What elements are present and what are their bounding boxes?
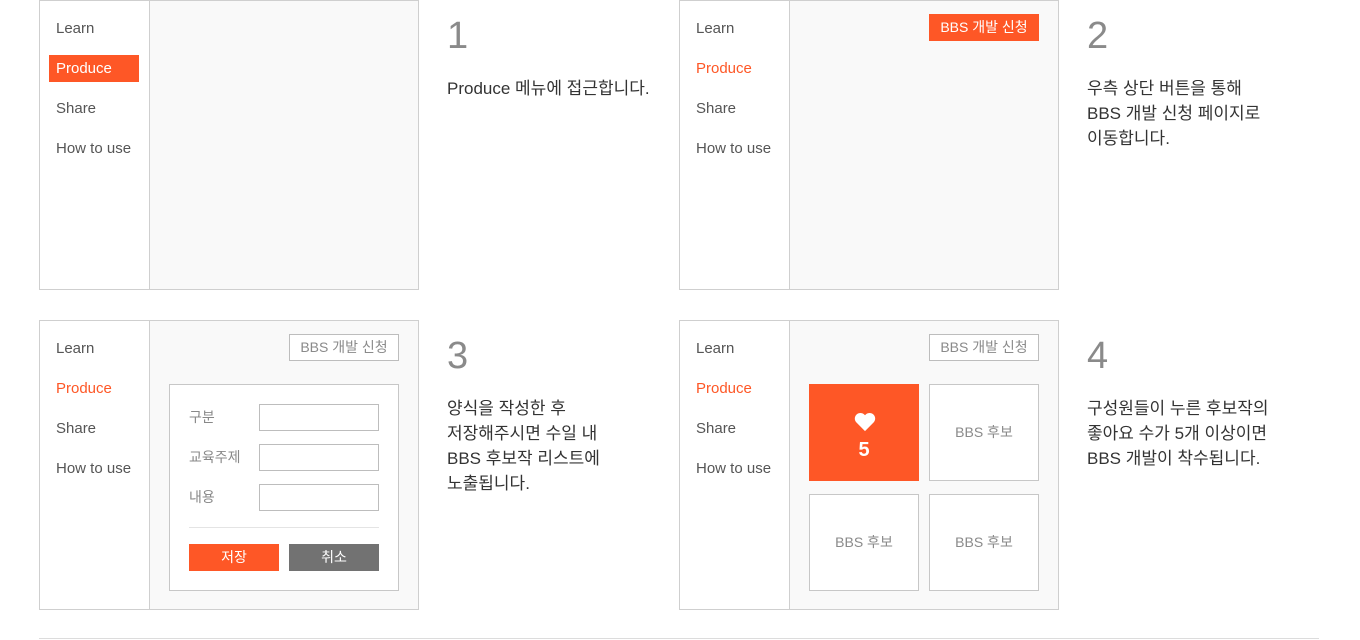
bbs-apply-button[interactable]: BBS 개발 신청: [929, 14, 1039, 41]
content-area: BBS 개발 신청 5 BBS 후보 BBS 후보 BBS 후보: [790, 321, 1058, 609]
sidebar-item-share[interactable]: Share: [689, 415, 779, 442]
step-4-text: 4 구성원들이 누른 후보작의 좋아요 수가 5개 이상이면 BBS 개발이 착…: [1087, 336, 1269, 471]
like-count: 5: [858, 439, 870, 461]
candidate-card[interactable]: BBS 후보: [809, 494, 919, 591]
form-row-topic: 교육주제: [189, 444, 379, 471]
step-description-line: 좋아요 수가 5개 이상이면: [1087, 424, 1268, 443]
form-row-category: 구분: [189, 404, 379, 431]
content-area: [150, 1, 418, 289]
divider: [39, 638, 1319, 639]
bbs-apply-form: 구분 교육주제 내용 저장 취소: [169, 384, 399, 591]
sidebar-menu: Learn Produce Share How to use: [40, 1, 150, 289]
step-4-preview: Learn Produce Share How to use BBS 개발 신청…: [679, 320, 1059, 610]
form-divider: [189, 527, 379, 528]
sidebar-item-learn[interactable]: Learn: [689, 15, 779, 42]
step-number: 4: [1087, 335, 1109, 377]
content-area: BBS 개발 신청 구분 교육주제 내용 저장 취소: [150, 321, 418, 609]
sidebar-item-how-to-use[interactable]: How to use: [689, 455, 779, 482]
step-description-line: BBS 개발 신청 페이지로: [1087, 104, 1261, 123]
save-button[interactable]: 저장: [189, 544, 279, 571]
heart-icon: [854, 413, 876, 432]
step-description-line: 우측 상단 버튼을 통해: [1087, 79, 1242, 98]
form-row-content: 내용: [189, 484, 379, 511]
step-description-line: BBS 개발이 착수됩니다.: [1087, 449, 1261, 468]
step-number: 2: [1087, 15, 1109, 57]
sidebar-menu: Learn Produce Share How to use: [40, 321, 150, 609]
cancel-button[interactable]: 취소: [289, 544, 379, 571]
sidebar-item-learn[interactable]: Learn: [49, 335, 139, 362]
step-description-line: 노출됩니다.: [447, 474, 530, 493]
sidebar-item-produce[interactable]: Produce: [689, 55, 779, 82]
form-label: 내용: [189, 489, 215, 505]
step-description: 양식을 작성한 후 저장해주시면 수일 내 BBS 후보작 리스트에 노출됩니다…: [447, 396, 600, 496]
step-description-line: 양식을 작성한 후: [447, 399, 566, 418]
sidebar-item-how-to-use[interactable]: How to use: [689, 135, 779, 162]
step-1-preview: Learn Produce Share How to use: [39, 0, 419, 290]
sidebar-menu: Learn Produce Share How to use: [680, 1, 790, 289]
step-number: 3: [447, 335, 469, 377]
sidebar-item-how-to-use[interactable]: How to use: [49, 135, 139, 162]
sidebar-item-produce[interactable]: Produce: [689, 375, 779, 402]
sidebar-item-share[interactable]: Share: [689, 95, 779, 122]
step-description: Produce 메뉴에 접근합니다.: [447, 76, 650, 101]
step-description-line: Produce 메뉴에 접근합니다.: [447, 79, 650, 98]
sidebar-item-produce[interactable]: Produce: [49, 375, 139, 402]
step-description-line: BBS 후보작 리스트에: [447, 449, 600, 468]
step-description: 우측 상단 버튼을 통해 BBS 개발 신청 페이지로 이동합니다.: [1087, 76, 1260, 151]
form-label: 교육주제: [189, 449, 241, 465]
bbs-apply-button[interactable]: BBS 개발 신청: [929, 334, 1039, 361]
content-area: BBS 개발 신청: [790, 1, 1058, 289]
bbs-apply-button[interactable]: BBS 개발 신청: [289, 334, 399, 361]
topic-input[interactable]: [259, 444, 379, 471]
candidate-card-liked[interactable]: 5: [809, 384, 919, 481]
content-input[interactable]: [259, 484, 379, 511]
sidebar-item-learn[interactable]: Learn: [49, 15, 139, 42]
candidate-card[interactable]: BBS 후보: [929, 494, 1039, 591]
step-description-line: 이동합니다.: [1087, 129, 1170, 148]
sidebar-item-share[interactable]: Share: [49, 95, 139, 122]
step-description: 구성원들이 누른 후보작의 좋아요 수가 5개 이상이면 BBS 개발이 착수됩…: [1087, 396, 1269, 471]
step-1-text: 1 Produce 메뉴에 접근합니다.: [447, 16, 650, 101]
form-label: 구분: [189, 409, 215, 425]
sidebar-menu: Learn Produce Share How to use: [680, 321, 790, 609]
sidebar-item-learn[interactable]: Learn: [689, 335, 779, 362]
step-3-text: 3 양식을 작성한 후 저장해주시면 수일 내 BBS 후보작 리스트에 노출됩…: [447, 336, 600, 496]
candidate-card[interactable]: BBS 후보: [929, 384, 1039, 481]
sidebar-item-share[interactable]: Share: [49, 415, 139, 442]
category-input[interactable]: [259, 404, 379, 431]
step-description-line: 저장해주시면 수일 내: [447, 424, 598, 443]
step-3-preview: Learn Produce Share How to use BBS 개발 신청…: [39, 320, 419, 610]
step-number: 1: [447, 15, 469, 57]
sidebar-item-produce[interactable]: Produce: [49, 55, 139, 82]
step-description-line: 구성원들이 누른 후보작의: [1087, 399, 1269, 418]
step-2-text: 2 우측 상단 버튼을 통해 BBS 개발 신청 페이지로 이동합니다.: [1087, 16, 1260, 151]
sidebar-item-how-to-use[interactable]: How to use: [49, 455, 139, 482]
step-2-preview: Learn Produce Share How to use BBS 개발 신청: [679, 0, 1059, 290]
